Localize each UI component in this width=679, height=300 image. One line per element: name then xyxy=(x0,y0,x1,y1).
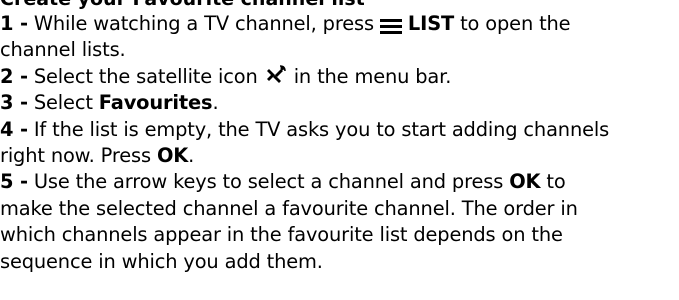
step-3-period: . xyxy=(212,91,219,115)
step-4-text-2: right now. Press xyxy=(0,143,151,167)
step-1-text-end: to open the xyxy=(460,12,571,35)
step-4-line-2: right now. Press OK. xyxy=(0,143,679,169)
step-5-line-3: which channels appear in the favourite l… xyxy=(0,223,563,247)
step-4-number: 4 - xyxy=(0,117,28,141)
step-4-line-1: 4 - If the list is empty, the TV asks yo… xyxy=(0,117,679,143)
step-1-line-1: 1 - While watching a TV channel, press L… xyxy=(0,11,679,37)
list-key-label: LIST xyxy=(407,12,455,35)
step-5-line-4: sequence in which you add them. xyxy=(0,249,323,273)
satellite-icon xyxy=(266,65,286,85)
ok-key-label-2: OK xyxy=(509,170,541,194)
step-3-number: 3 - xyxy=(0,91,28,115)
step-1-line-2: channel lists. xyxy=(0,38,126,62)
step-5-line-1: 5 - Use the arrow keys to select a chann… xyxy=(0,169,679,195)
step-4-text: If the list is empty, the TV asks you to… xyxy=(33,117,610,141)
step-4-period: . xyxy=(188,143,195,167)
section-heading: Create your Favourite channel list xyxy=(0,0,679,11)
step-2-line-1: 2 - Select the satellite icon in the men… xyxy=(0,64,679,90)
step-2-text: Select the satellite icon xyxy=(33,64,258,88)
step-1-text: While watching a TV channel, press xyxy=(33,12,374,35)
favourites-label: Favourites xyxy=(98,91,213,115)
step-2-number: 2 - xyxy=(0,64,28,88)
step-3-text: Select xyxy=(33,91,93,115)
step-2-text-end: in the menu bar. xyxy=(293,64,452,88)
step-5-text-end: to xyxy=(546,170,566,194)
ok-key-label: OK xyxy=(156,143,189,167)
step-5-number: 5 - xyxy=(0,170,28,194)
step-5-text: Use the arrow keys to select a channel a… xyxy=(33,170,504,194)
step-3-line-1: 3 - Select Favourites. xyxy=(0,90,679,116)
step-1-number: 1 - xyxy=(0,12,28,35)
instruction-document: Create your Favourite channel list 1 - W… xyxy=(0,0,679,275)
step-5-line-2: make the selected channel a favourite ch… xyxy=(0,196,578,220)
menu-lines-icon xyxy=(379,15,402,34)
